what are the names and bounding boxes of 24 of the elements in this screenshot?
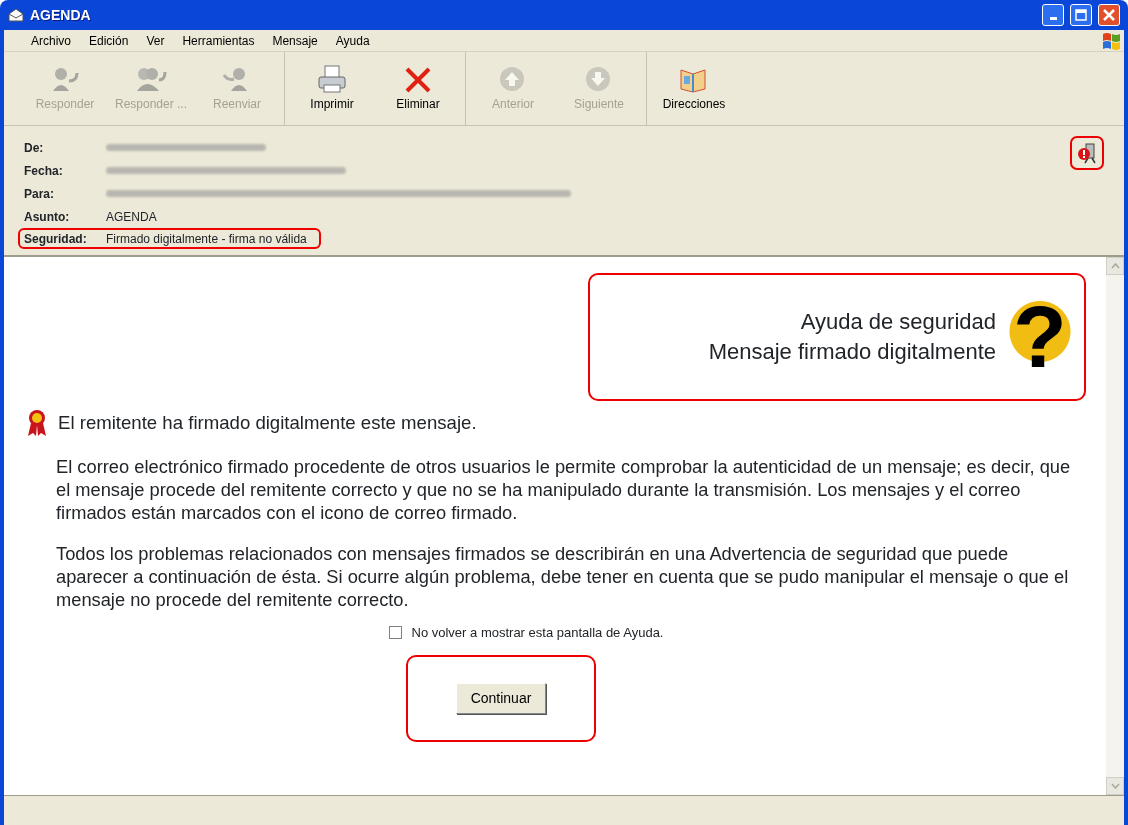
toolbar-button[interactable]: Eliminar [375, 52, 461, 125]
menu-item[interactable]: Ver [137, 31, 174, 50]
help-title: Ayuda de seguridad [799, 308, 996, 337]
paragraph: El correo electrónico firmado procedente de otros usuarios le permite comprobar la autenticidad de un mensaje; es decir, que el mensaje procede del remitente correcto y que no se ha manipulado durante la transmisión. Los mensajes y el correo firmados están marcados con el icono de correo firmado. [56, 455, 1072, 524]
field-label: Seguridad: [24, 230, 88, 248]
field-label: De: [24, 139, 45, 157]
menu-item[interactable]: Edición [80, 31, 138, 50]
menu-item[interactable]: Herramientas [173, 31, 264, 50]
window-title: AGENDA [30, 5, 92, 25]
toolbar-button[interactable]: Direcciones [651, 52, 737, 125]
field-value: AGENDA [106, 208, 157, 226]
paragraph: Todos los problemas relacionados con mensajes firmados se describirán en una Advertencia de seguridad que puede aparecer a continuación de ésta. Si ocurre algún problema, debe tener en cuenta que se pudo manipular el mensaje o que el mensaje no procede del remitente correcto. [56, 542, 1070, 611]
menu-item[interactable]: Ayuda [326, 31, 379, 50]
help-title: Mensaje firmado digitalmente [708, 338, 996, 366]
field-label: Asunto: [24, 208, 71, 226]
toolbar-button[interactable]: Imprimir [289, 52, 375, 125]
menu-item[interactable]: Mensaje [263, 31, 327, 50]
intro-text: El remitente ha firmado digitalmente este mensaje. [58, 411, 477, 435]
field-label: Fecha: [24, 162, 64, 180]
continue-button[interactable]: Continuar [455, 682, 547, 714]
field-label: Para: [24, 185, 56, 203]
menu-item[interactable]: Archivo [22, 31, 80, 50]
field-value: Firmado digitalmente - firma no válida [106, 230, 307, 248]
checkbox-label: No volver a mostrar esta pantalla de Ayuda. [411, 624, 664, 642]
